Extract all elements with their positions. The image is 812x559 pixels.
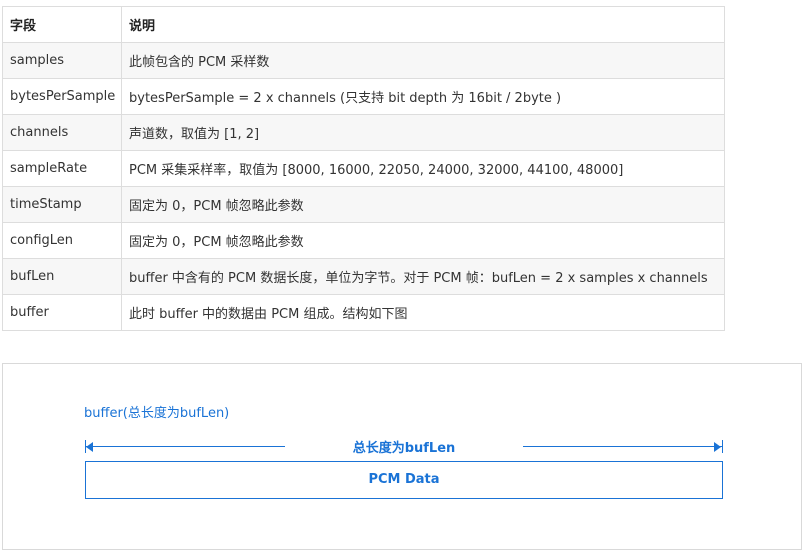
fields-table: 字段 说明 samples 此帧包含的 PCM 采样数 bytesPerSamp… [2,6,725,331]
table-row: sampleRate PCM 采集采样率，取值为 [8000, 16000, 2… [2,150,725,187]
field-description: PCM 采集采样率，取值为 [8000, 16000, 22050, 24000… [121,150,725,187]
table-header-row: 字段 说明 [2,6,725,43]
field-description: buffer 中含有的 PCM 数据长度，单位为字节。对于 PCM 帧：bufL… [121,258,725,295]
field-name: configLen [2,222,122,259]
field-description: 固定为 0，PCM 帧忽略此参数 [121,222,725,259]
field-name: samples [2,42,122,79]
field-description: 声道数，取值为 [1, 2] [121,114,725,151]
arrow-left-icon [86,442,93,452]
field-name: buffer [2,294,122,331]
dimension-label: 总长度为bufLen [352,441,456,456]
field-name: sampleRate [2,150,122,187]
table-row: channels 声道数，取值为 [1, 2] [2,114,725,151]
length-dimension: 总长度为bufLen [85,436,723,456]
field-name: bytesPerSample [2,78,122,115]
field-name: bufLen [2,258,122,295]
field-description: 此帧包含的 PCM 采样数 [121,42,725,79]
dimension-tick-right [722,440,723,453]
field-name: channels [2,114,122,151]
page: 字段 说明 samples 此帧包含的 PCM 采样数 bytesPerSamp… [0,0,812,559]
table-row: samples 此帧包含的 PCM 采样数 [2,42,725,79]
arrow-right-icon [714,442,721,452]
dimension-line-left [85,446,285,447]
table-row: timeStamp 固定为 0，PCM 帧忽略此参数 [2,186,725,223]
pcm-data-box: PCM Data [85,461,723,499]
header-field: 字段 [2,6,122,43]
buffer-diagram: buffer(总长度为bufLen) 总长度为bufLen PCM Data [2,363,802,550]
field-name: timeStamp [2,186,122,223]
field-description: bytesPerSample = 2 x channels (只支持 bit d… [121,78,725,115]
field-description: 固定为 0，PCM 帧忽略此参数 [121,186,725,223]
field-description: 此时 buffer 中的数据由 PCM 组成。结构如下图 [121,294,725,331]
table-row: buffer 此时 buffer 中的数据由 PCM 组成。结构如下图 [2,294,725,331]
dimension-line-right [523,446,723,447]
table-row: bufLen buffer 中含有的 PCM 数据长度，单位为字节。对于 PCM… [2,258,725,295]
header-description: 说明 [121,6,725,43]
table-row: bytesPerSample bytesPerSample = 2 x chan… [2,78,725,115]
table-row: configLen 固定为 0，PCM 帧忽略此参数 [2,222,725,259]
diagram-title: buffer(总长度为bufLen) [84,406,230,421]
